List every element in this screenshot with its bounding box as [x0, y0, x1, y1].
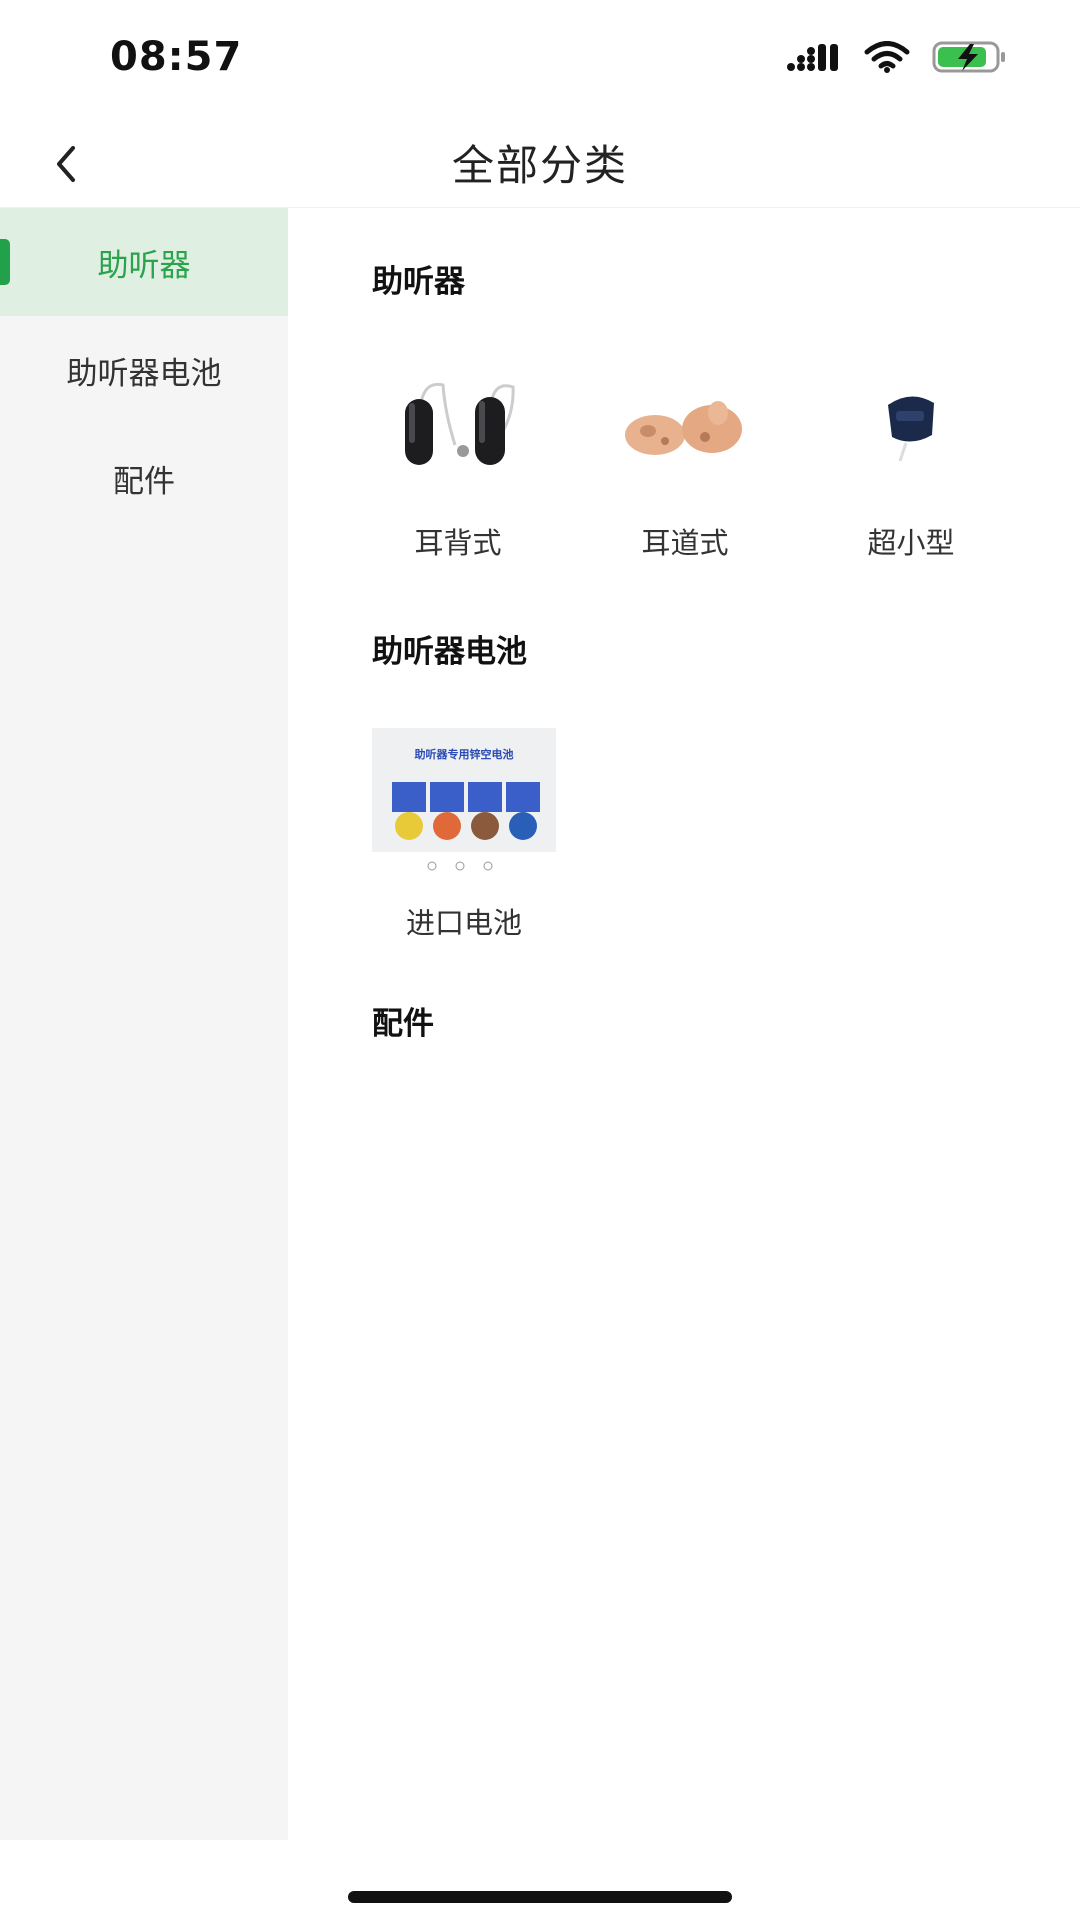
product-cic[interactable]: 超小型 — [816, 348, 1006, 562]
status-icons — [786, 40, 1008, 74]
sidebar-item-label: 助听器电池 — [66, 355, 222, 392]
sidebar-item-label: 配件 — [113, 463, 175, 500]
home-indicator[interactable] — [348, 1891, 732, 1903]
cic-hearing-aid-icon — [816, 348, 1006, 508]
page-title: 全部分类 — [451, 141, 628, 190]
status-bar: 08:57 — [0, 0, 1080, 118]
sidebar-item-label: 助听器 — [97, 247, 191, 284]
bte-hearing-aid-icon — [363, 348, 553, 508]
category-content: 助听器 耳背式 耳道式 超小型 助听器电池 助听器专用锌空电池 进口电池 配件 — [288, 208, 1080, 1840]
product-ite[interactable]: 耳道式 — [590, 348, 780, 562]
screen: 08:57 全部分类 助听器 助听器电池 配件 助听器 耳背式 耳道式 超小型 … — [0, 0, 1080, 1920]
category-sidebar: 助听器 助听器电池 配件 — [0, 208, 288, 1840]
section-title-hearing-aids: 助听器 — [372, 264, 465, 300]
sidebar-item-hearing-aid-batteries[interactable]: 助听器电池 — [0, 316, 288, 424]
product-bte[interactable]: 耳背式 — [363, 348, 553, 562]
product-label: 进口电池 — [405, 906, 522, 940]
sidebar-item-hearing-aids[interactable]: 助听器 — [0, 208, 288, 316]
ite-hearing-aid-icon — [590, 348, 780, 508]
wifi-icon — [864, 41, 910, 73]
active-indicator — [0, 239, 10, 285]
sidebar-item-accessories[interactable]: 配件 — [0, 424, 288, 532]
section-title-batteries: 助听器电池 — [372, 634, 527, 670]
nav-bar: 全部分类 — [0, 118, 1080, 208]
battery-charging-icon — [932, 41, 1005, 73]
product-label: 超小型 — [867, 526, 955, 560]
product-label: 耳背式 — [414, 526, 502, 560]
status-time: 08:57 — [110, 34, 243, 80]
section-title-accessories: 配件 — [372, 1006, 434, 1042]
battery-pack-image: 助听器专用锌空电池 — [372, 728, 556, 888]
signal-icon — [787, 44, 838, 71]
product-imported-battery[interactable]: 助听器专用锌空电池 进口电池 — [372, 728, 556, 942]
product-label: 耳道式 — [641, 526, 729, 560]
